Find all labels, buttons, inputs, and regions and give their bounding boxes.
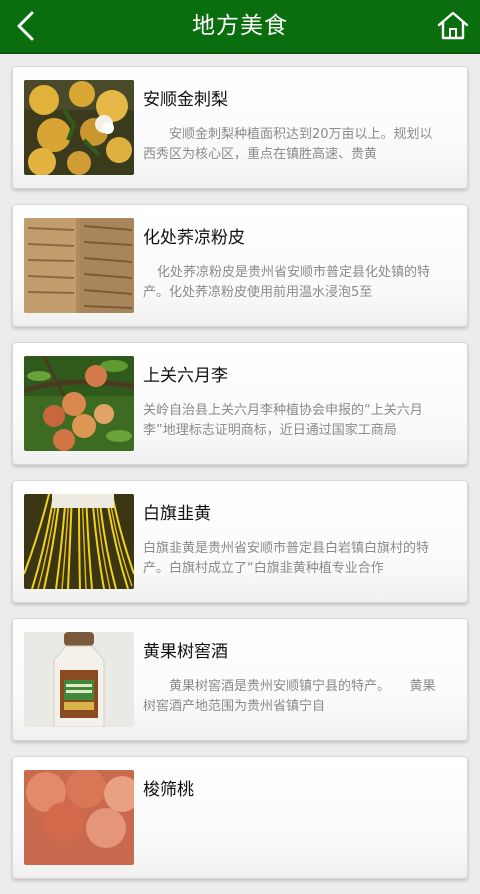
list-item[interactable]: 化处荞凉粉皮 化处荞凉粉皮是贵州省安顺市普定县化处镇的特产。化处荞凉粉皮使用前用… bbox=[12, 204, 468, 327]
item-title: 梭筛桃 bbox=[143, 780, 194, 800]
golden-pear-photo bbox=[24, 80, 134, 175]
list-item[interactable]: 黄果树窖酒 黄果树窖酒是贵州安顺镇宁县的特产。 黄果树窖酒产地范围为贵州省镇宁自 bbox=[12, 618, 468, 741]
list-item[interactable]: 上关六月李 关岭自治县上关六月李种植协会申报的“上关六月李”地理标志证明商标，近… bbox=[12, 342, 468, 465]
item-title: 安顺金刺梨 bbox=[143, 90, 228, 110]
page-title: 地方美食 bbox=[192, 13, 288, 39]
home-icon bbox=[437, 11, 469, 40]
list-item[interactable]: 白旗韭黄 白旗韭黄是贵州省安顺市普定县白岩镇白旗村的特产。白旗村成立了“白旗韭黄… bbox=[12, 480, 468, 603]
item-thumbnail bbox=[24, 494, 134, 589]
item-description: 黄果树窖酒是贵州安顺镇宁县的特产。 黄果树窖酒产地范围为贵州省镇宁自 bbox=[143, 679, 436, 714]
liquor-bottle-photo bbox=[24, 632, 134, 727]
item-title: 上关六月李 bbox=[143, 366, 228, 386]
top-app-bar: 地方美食 bbox=[0, 0, 480, 54]
item-thumbnail bbox=[24, 356, 134, 451]
home-button[interactable] bbox=[436, 9, 470, 43]
item-title: 化处荞凉粉皮 bbox=[143, 228, 245, 248]
item-title: 白旗韭黄 bbox=[143, 504, 211, 524]
list-item[interactable]: 安顺金刺梨 安顺金刺梨种植面积达到20万亩以上。规划以西秀区为核心区，重点在镇胜… bbox=[12, 66, 468, 189]
food-list: 安顺金刺梨 安顺金刺梨种植面积达到20万亩以上。规划以西秀区为核心区，重点在镇胜… bbox=[12, 66, 468, 894]
list-item[interactable]: 梭筛桃 bbox=[12, 756, 468, 879]
plum-tree-photo bbox=[24, 356, 134, 451]
item-description: 关岭自治县上关六月李种植协会申报的“上关六月李”地理标志证明商标，近日通过国家工… bbox=[143, 403, 423, 438]
item-description: 化处荞凉粉皮是贵州省安顺市普定县化处镇的特产。化处荞凉粉皮使用前用温水浸泡5至 bbox=[143, 265, 431, 300]
item-description: 白旗韭黄是贵州省安顺市普定县白岩镇白旗村的特产。白旗村成立了“白旗韭黄种植专业合… bbox=[143, 541, 430, 576]
item-thumbnail bbox=[24, 770, 134, 865]
item-thumbnail bbox=[24, 218, 134, 313]
item-thumbnail bbox=[24, 80, 134, 175]
item-thumbnail bbox=[24, 632, 134, 727]
peach-photo bbox=[24, 770, 134, 865]
item-description: 安顺金刺梨种植面积达到20万亩以上。规划以西秀区为核心区，重点在镇胜高速、贵黄 bbox=[143, 127, 433, 162]
buckwheat-jelly-sheet-photo bbox=[24, 218, 134, 313]
yellow-chives-photo bbox=[24, 494, 134, 589]
item-title: 黄果树窖酒 bbox=[143, 642, 228, 662]
